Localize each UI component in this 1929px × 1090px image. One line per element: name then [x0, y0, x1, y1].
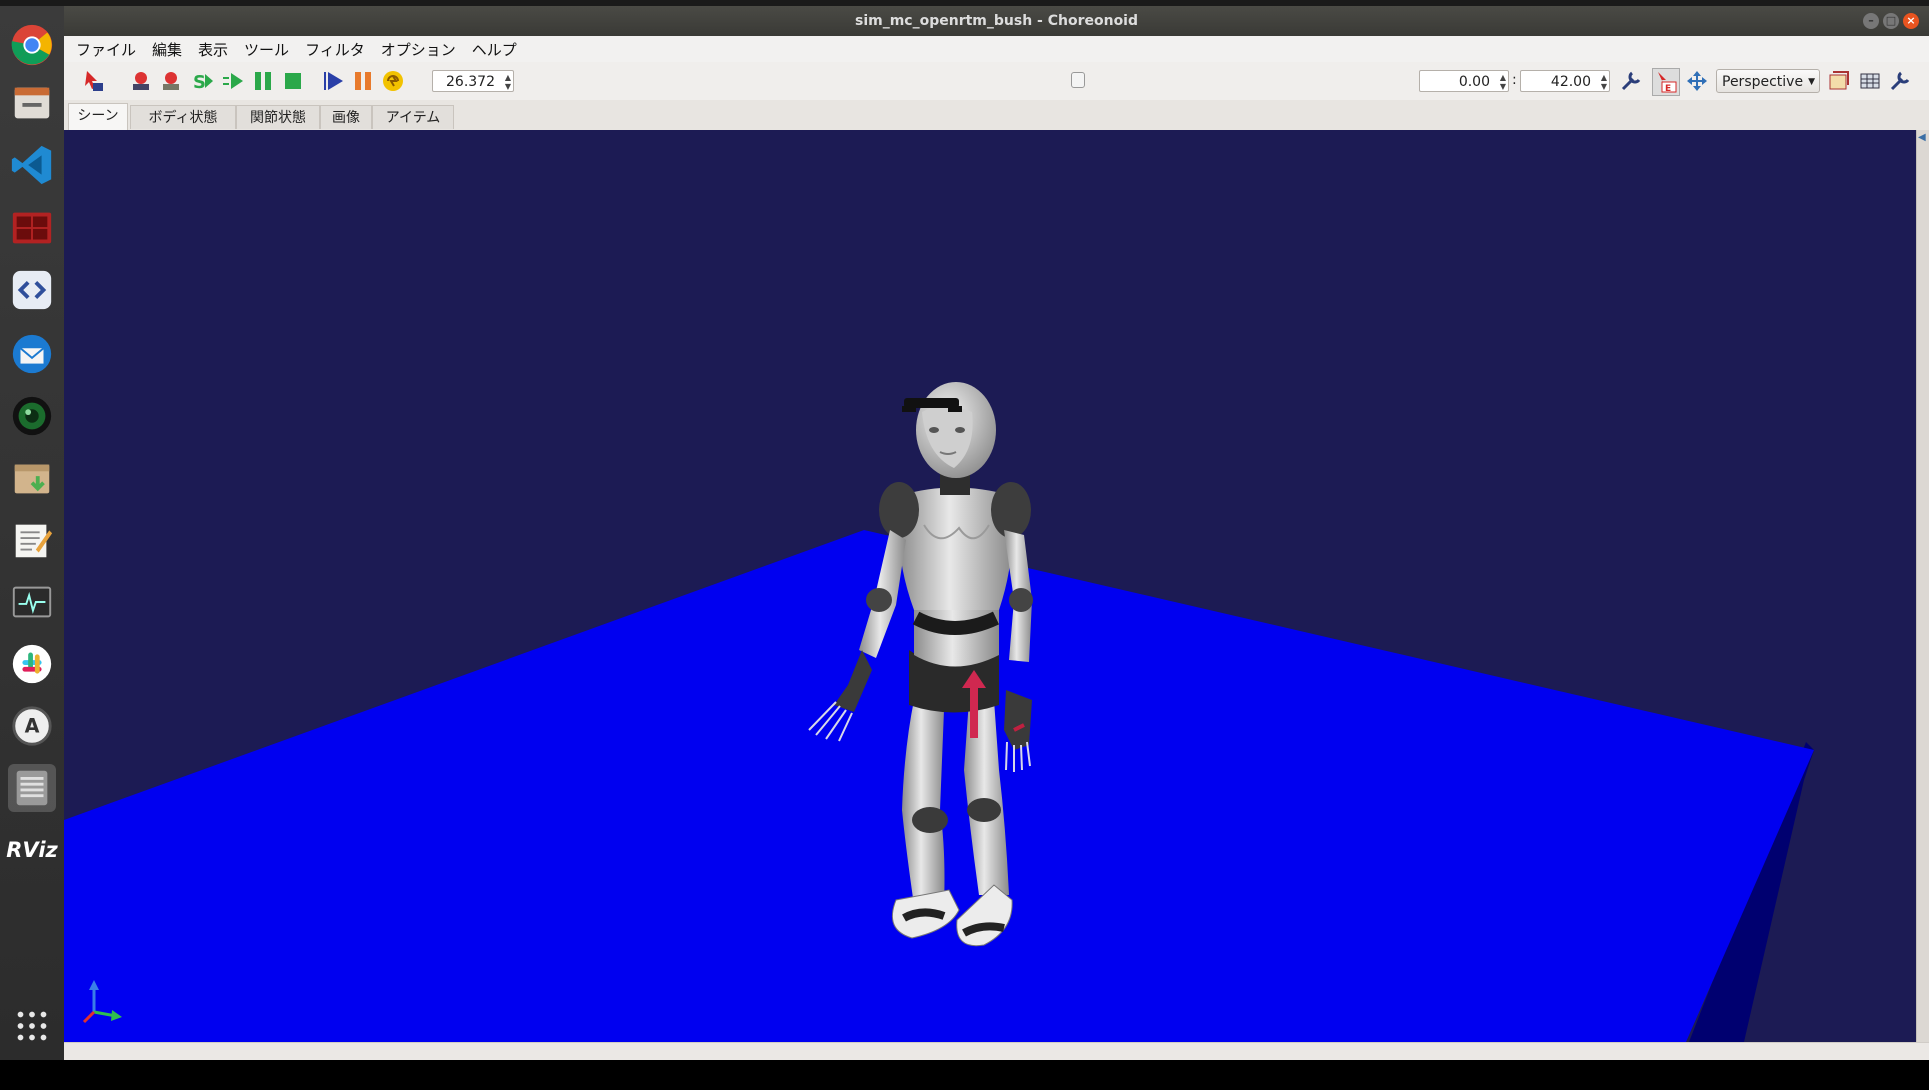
menu-tools[interactable]: ツール — [236, 39, 297, 60]
start-simulation-from-beginning-icon[interactable]: S — [190, 68, 216, 94]
time-spinbox[interactable]: 26.372 ▲ ▼ — [432, 70, 514, 92]
grid-view-icon[interactable] — [1857, 68, 1883, 94]
scene-viewport[interactable] — [64, 130, 1916, 1042]
choreonoid-window: sim_mc_openrtm_bush - Choreonoid – □ × フ… — [64, 6, 1929, 1061]
range-separator: : — [1512, 72, 1517, 88]
choreonoid-icon[interactable] — [8, 764, 56, 812]
capture-image-icon[interactable] — [1826, 68, 1852, 94]
svg-text:S: S — [193, 72, 206, 93]
file-manager-icon[interactable] — [8, 79, 56, 127]
svg-text:E: E — [1665, 84, 1671, 94]
start-simulation-from-current-icon[interactable] — [220, 68, 246, 94]
view-mode-value: Perspective — [1722, 74, 1804, 90]
tab-body-state[interactable]: ボディ状態 — [130, 105, 236, 129]
show-apps-icon[interactable] — [8, 1002, 56, 1050]
edit-mode-icon[interactable]: E — [1652, 68, 1680, 96]
view-mode-select[interactable]: Perspective ▼ — [1716, 69, 1820, 93]
toolbar: S 26.372 ▲ ▼ 0.00 ▲ ▼: 42.00 ▲ ▼ E Pers… — [64, 62, 1929, 139]
tab-scene[interactable]: シーン — [68, 103, 128, 130]
menu-filter[interactable]: フィルタ — [297, 39, 373, 60]
text-editor-icon[interactable] — [8, 516, 56, 564]
tab-joint-state[interactable]: 関節状態 — [236, 105, 320, 129]
view-tabs: シーン ボディ状態 関節状態 画像 アイテム — [64, 100, 1929, 131]
store-initial-state-icon[interactable] — [128, 68, 154, 94]
code-editor-icon[interactable] — [8, 266, 56, 314]
pause-animation-icon[interactable] — [350, 68, 376, 94]
maximize-icon[interactable]: □ — [1883, 13, 1899, 29]
tab-items[interactable]: アイテム — [372, 105, 454, 129]
first-person-view-icon[interactable] — [1684, 68, 1710, 94]
window-title: sim_mc_openrtm_bush - Choreonoid — [854, 13, 1139, 29]
chrome-icon[interactable] — [8, 21, 56, 69]
collapse-arrow-icon[interactable]: ◀ — [1918, 132, 1926, 143]
menu-options[interactable]: オプション — [373, 39, 464, 60]
minimize-icon[interactable]: – — [1863, 13, 1879, 29]
spin-arrows-icon[interactable]: ▲ ▼ — [1500, 73, 1506, 91]
chevron-down-icon: ▼ — [1808, 77, 1815, 87]
time-value: 26.372 — [446, 74, 495, 90]
svg-text:A: A — [25, 715, 40, 738]
vscode-icon[interactable] — [8, 141, 56, 189]
menu-edit[interactable]: 編集 — [144, 39, 190, 60]
slack-icon[interactable] — [8, 640, 56, 688]
time-bar-config-icon[interactable] — [1618, 68, 1644, 94]
system-monitor-icon[interactable] — [8, 578, 56, 626]
spin-arrows-icon[interactable]: ▲ ▼ — [505, 73, 511, 91]
menu-view[interactable]: 表示 — [190, 39, 236, 60]
spin-arrows-icon[interactable]: ▲ ▼ — [1601, 73, 1607, 91]
launcher: A RViz — [0, 6, 65, 1060]
thunderbird-icon[interactable] — [8, 330, 56, 378]
select-body-icon[interactable] — [80, 68, 106, 94]
range-start-value: 0.00 — [1458, 74, 1490, 90]
tab-image[interactable]: 画像 — [320, 105, 372, 129]
bottom-bar — [0, 1060, 1929, 1090]
scene-config-icon[interactable] — [1887, 68, 1913, 94]
software-updater-icon[interactable]: A — [8, 702, 56, 750]
range-end-value: 42.00 — [1550, 74, 1591, 90]
archive-manager-icon[interactable] — [8, 454, 56, 502]
window-titlebar: sim_mc_openrtm_bush - Choreonoid – □ × — [64, 6, 1929, 36]
restore-initial-state-icon[interactable] — [158, 68, 184, 94]
status-bar — [64, 1042, 1929, 1061]
right-dock-strip: ◀ — [1916, 130, 1929, 1042]
rviz-icon[interactable]: RViz — [6, 826, 58, 874]
play-animation-icon[interactable] — [320, 68, 346, 94]
pause-simulation-icon[interactable] — [250, 68, 276, 94]
stop-simulation-icon[interactable] — [280, 68, 306, 94]
rviz-label: RViz — [6, 838, 58, 862]
terminal-icon[interactable] — [8, 204, 56, 252]
range-start-spinbox[interactable]: 0.00 ▲ ▼ — [1419, 70, 1509, 92]
camera-icon[interactable] — [8, 392, 56, 440]
range-end-spinbox[interactable]: 42.00 ▲ ▼ — [1520, 70, 1610, 92]
menubar: ファイル 編集 表示 ツール フィルタ オプション ヘルプ — [64, 36, 1929, 62]
refresh-icon[interactable] — [380, 68, 406, 94]
time-slider-handle[interactable] — [1071, 72, 1085, 88]
menu-help[interactable]: ヘルプ — [464, 39, 525, 60]
menu-file[interactable]: ファイル — [68, 39, 144, 60]
close-icon[interactable]: × — [1903, 13, 1919, 29]
